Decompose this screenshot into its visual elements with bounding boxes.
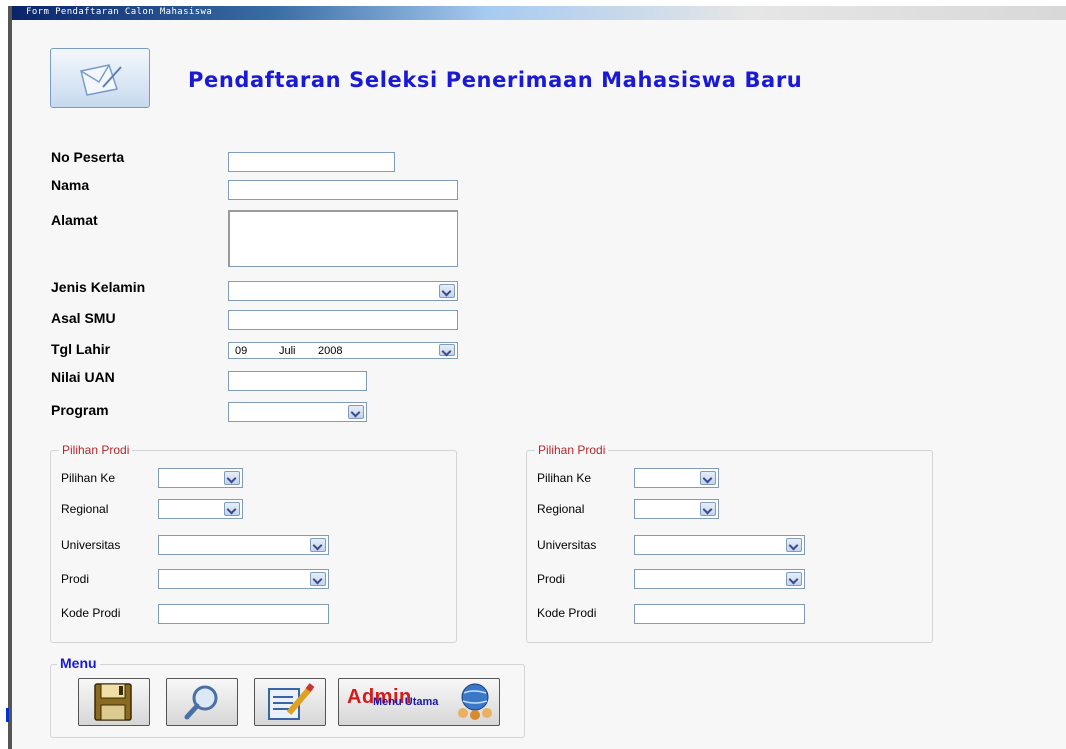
regional-label: Regional: [537, 502, 585, 516]
asal-smu-label: Asal SMU: [51, 310, 116, 326]
admin-menu-utama-button[interactable]: Admin Menu Utama: [338, 678, 500, 726]
prodi-label: Prodi: [537, 572, 566, 586]
alamat-textarea[interactable]: [228, 210, 458, 267]
tgl-lahir-datepicker[interactable]: 09 Juli 2008: [228, 342, 458, 359]
jenis-kelamin-label: Jenis Kelamin: [51, 279, 146, 295]
universitas-label: Universitas: [537, 538, 597, 552]
chevron-down-icon[interactable]: [310, 572, 326, 586]
nilai-uan-input[interactable]: [228, 371, 367, 391]
kode-prodi-label: Kode Prodi: [537, 606, 597, 620]
regional-select[interactable]: [634, 499, 719, 519]
pilihan-ke-select[interactable]: [158, 468, 243, 488]
kode-prodi-label: Kode Prodi: [61, 606, 121, 620]
group-legend: Pilihan Prodi: [59, 443, 133, 457]
chevron-down-icon[interactable]: [439, 284, 455, 298]
alamat-label: Alamat: [51, 212, 98, 228]
chevron-down-icon[interactable]: [348, 405, 364, 419]
edit-button[interactable]: [254, 678, 326, 726]
universitas-label: Universitas: [61, 538, 121, 552]
page-title: Pendaftaran Seleksi Penerimaan Mahasiswa…: [188, 68, 803, 92]
chevron-down-icon[interactable]: [700, 471, 716, 485]
chevron-down-icon[interactable]: [224, 471, 240, 485]
chevron-down-icon[interactable]: [786, 572, 802, 586]
window-title: Form Pendaftaran Calon Mahasiswa: [26, 7, 213, 17]
date-day: 09: [235, 345, 248, 357]
menu-legend: Menu: [57, 655, 100, 671]
prodi-label: Prodi: [61, 572, 90, 586]
chevron-down-icon[interactable]: [310, 538, 326, 552]
kode-prodi-input[interactable]: [158, 604, 329, 624]
calendar-dropdown-icon[interactable]: [439, 344, 455, 356]
date-month: Juli: [279, 345, 296, 357]
floppy-disk-icon: [94, 683, 132, 721]
program-select[interactable]: [228, 402, 367, 422]
nama-label: Nama: [51, 177, 90, 193]
tgl-lahir-label: Tgl Lahir: [51, 341, 111, 357]
magnifier-icon: [184, 685, 218, 720]
date-year: 2008: [318, 345, 343, 357]
chevron-down-icon[interactable]: [700, 502, 716, 516]
edit-form-icon: [268, 683, 315, 720]
program-label: Program: [51, 402, 109, 418]
regional-label: Regional: [61, 502, 109, 516]
pilihan-ke-label: Pilihan Ke: [537, 471, 592, 485]
kode-prodi-input[interactable]: [634, 604, 805, 624]
universitas-select[interactable]: [158, 535, 329, 555]
jenis-kelamin-select[interactable]: [228, 281, 458, 301]
prodi-select[interactable]: [634, 569, 805, 589]
pilihan-ke-label: Pilihan Ke: [61, 471, 116, 485]
asal-smu-input[interactable]: [228, 310, 458, 330]
regional-select[interactable]: [158, 499, 243, 519]
chevron-down-icon[interactable]: [786, 538, 802, 552]
search-button[interactable]: [166, 678, 238, 726]
nama-input[interactable]: [228, 180, 458, 200]
no-peserta-label: No Peserta: [51, 149, 125, 165]
save-button[interactable]: [78, 678, 150, 726]
window-edge-marker: [6, 708, 9, 722]
window-titlebar[interactable]: Form Pendaftaran Calon Mahasiswa: [12, 6, 1066, 20]
globe-users-icon: [458, 683, 492, 720]
no-peserta-input[interactable]: [228, 152, 395, 172]
group-legend: Pilihan Prodi: [535, 443, 609, 457]
prodi-select[interactable]: [158, 569, 329, 589]
nilai-uan-label: Nilai UAN: [51, 369, 115, 385]
form-edit-icon: [50, 48, 150, 108]
pilihan-ke-select[interactable]: [634, 468, 719, 488]
universitas-select[interactable]: [634, 535, 805, 555]
menu-utama-label: Menu Utama: [373, 696, 439, 708]
chevron-down-icon[interactable]: [224, 502, 240, 516]
